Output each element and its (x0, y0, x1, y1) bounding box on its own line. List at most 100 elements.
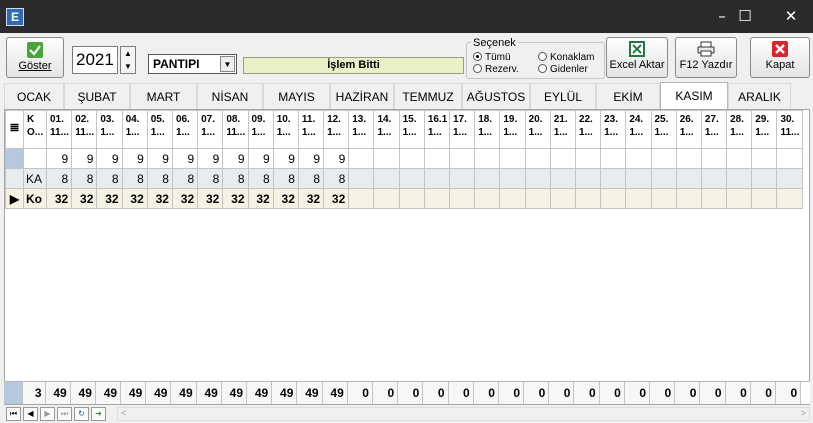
grid-cell[interactable]: 9 (197, 148, 224, 169)
grid-cell[interactable] (549, 148, 576, 169)
grid-cell[interactable] (549, 188, 576, 209)
day-column-header[interactable]: 06. 1... (171, 110, 199, 149)
day-column-header[interactable]: 19. 1... (499, 110, 526, 149)
day-column-header[interactable]: 01. 11... (45, 110, 73, 149)
grid-cell[interactable] (574, 168, 602, 189)
export-icon[interactable]: ➜ (91, 407, 106, 421)
tab-7[interactable]: AĞUSTOS (462, 83, 530, 109)
grid-cell[interactable] (423, 148, 451, 169)
day-column-header[interactable]: 23. 1... (600, 110, 627, 149)
day-column-header[interactable]: 26. 1... (675, 110, 702, 149)
tab-9[interactable]: EKİM (596, 83, 660, 109)
grid-cell[interactable] (700, 168, 728, 189)
grid-cell[interactable]: 8 (297, 168, 325, 189)
grid-cell[interactable]: 32 (323, 188, 350, 209)
grid-cell[interactable] (499, 148, 526, 169)
grid-cell[interactable] (600, 148, 627, 169)
day-column-header[interactable]: 14. 1... (373, 110, 400, 149)
day-column-header[interactable]: 15. 1... (398, 110, 425, 149)
grid-cell[interactable] (675, 168, 702, 189)
type-select[interactable]: PANTIPI ▼ (148, 54, 237, 74)
grid-cell[interactable] (524, 168, 551, 189)
day-column-header[interactable]: 29. 1... (751, 110, 778, 149)
column-header[interactable]: K O... (23, 110, 47, 149)
day-column-header[interactable]: 20. 1... (524, 110, 551, 149)
exit-button[interactable]: Kapat (750, 37, 810, 78)
tab-2[interactable]: MART (130, 83, 197, 109)
grid-cell[interactable]: 9 (146, 148, 173, 169)
row-label[interactable] (23, 148, 47, 169)
grid-cell[interactable]: 8 (45, 168, 73, 189)
grid-cell[interactable] (398, 148, 425, 169)
grid-cell[interactable] (650, 168, 677, 189)
grid-cell[interactable] (348, 148, 375, 169)
day-column-header[interactable]: 08. 11... (222, 110, 249, 149)
day-column-header[interactable]: 25. 1... (650, 110, 677, 149)
grid-cell[interactable]: 8 (323, 168, 350, 189)
grid-cell[interactable]: 32 (197, 188, 224, 209)
grid-cell[interactable]: 8 (247, 168, 274, 189)
row-label[interactable]: KA (23, 168, 47, 189)
grid-cell[interactable] (675, 188, 702, 209)
grid-cell[interactable] (574, 188, 602, 209)
day-column-header[interactable]: 22. 1... (574, 110, 602, 149)
grid-cell[interactable]: 8 (272, 168, 299, 189)
grid-cell[interactable]: 8 (121, 168, 148, 189)
grid-cell[interactable]: 9 (247, 148, 274, 169)
grid-cell[interactable] (524, 188, 551, 209)
grid-cell[interactable] (423, 188, 451, 209)
scroll-left-icon[interactable]: < (121, 408, 126, 418)
grid-cell[interactable]: 32 (96, 188, 123, 209)
grid-cell[interactable]: 9 (96, 148, 123, 169)
grid-cell[interactable] (650, 148, 677, 169)
grid-cell[interactable] (726, 148, 753, 169)
grid-cell[interactable]: 8 (171, 168, 199, 189)
option-all-radio[interactable]: Tümü (473, 52, 511, 63)
day-column-header[interactable]: 27. 1... (700, 110, 728, 149)
tab-1[interactable]: ŞUBAT (64, 83, 130, 109)
grid-cell[interactable]: 32 (297, 188, 325, 209)
grid-cell[interactable] (625, 148, 652, 169)
grid-cell[interactable]: 9 (71, 148, 98, 169)
grid-cell[interactable]: 8 (71, 168, 98, 189)
row-indicator[interactable]: ▶ (5, 188, 24, 209)
grid-cell[interactable] (448, 148, 476, 169)
grid-cell[interactable] (499, 168, 526, 189)
grid-cell[interactable]: 32 (247, 188, 274, 209)
day-column-header[interactable]: 21. 1... (549, 110, 576, 149)
grid-cell[interactable]: 8 (146, 168, 173, 189)
table-row[interactable]: ▶ Ko 32 32 32 32 32 32 32 32 32 32 32 32 (5, 188, 803, 209)
grid-cell[interactable]: 9 (121, 148, 148, 169)
grid-cell[interactable] (348, 188, 375, 209)
day-column-header[interactable]: 28. 1... (726, 110, 753, 149)
grid-cell[interactable]: 32 (121, 188, 148, 209)
grid-cell[interactable]: 8 (222, 168, 249, 189)
day-column-header[interactable]: 11. 1... (297, 110, 325, 149)
option-reserve-radio[interactable]: Rezerv. (473, 64, 519, 75)
grid-cell[interactable] (474, 148, 501, 169)
grid-menu-icon[interactable]: ≣ (5, 110, 24, 149)
table-row[interactable]: 999999999999 (5, 148, 803, 169)
day-column-header[interactable]: 16.1 1... (423, 110, 451, 149)
grid-cell[interactable] (600, 168, 627, 189)
chevron-down-icon[interactable]: ▼ (220, 56, 235, 72)
grid-cell[interactable]: 9 (45, 148, 73, 169)
tab-8[interactable]: EYLÜL (530, 83, 596, 109)
grid-cell[interactable] (700, 148, 728, 169)
tab-6[interactable]: TEMMUZ (394, 83, 462, 109)
grid-cell[interactable] (423, 168, 451, 189)
grid-cell[interactable] (650, 188, 677, 209)
year-input[interactable]: 2021 (72, 46, 118, 74)
tab-0[interactable]: OCAK (4, 83, 64, 109)
grid-cell[interactable] (675, 148, 702, 169)
table-row[interactable]: KA 8 8 8 8 8 8 8 8 8 8 8 8 (5, 168, 803, 189)
grid-cell[interactable] (549, 168, 576, 189)
tab-5[interactable]: HAZİRAN (330, 83, 394, 109)
spin-up-icon[interactable]: ▲ (121, 47, 135, 60)
tab-11[interactable]: ARALIK (728, 83, 791, 109)
grid-cell[interactable]: 32 (222, 188, 249, 209)
grid-cell[interactable] (373, 168, 400, 189)
grid-cell[interactable]: 32 (71, 188, 98, 209)
grid-cell[interactable] (700, 188, 728, 209)
scroll-right-icon[interactable]: > (801, 408, 806, 418)
